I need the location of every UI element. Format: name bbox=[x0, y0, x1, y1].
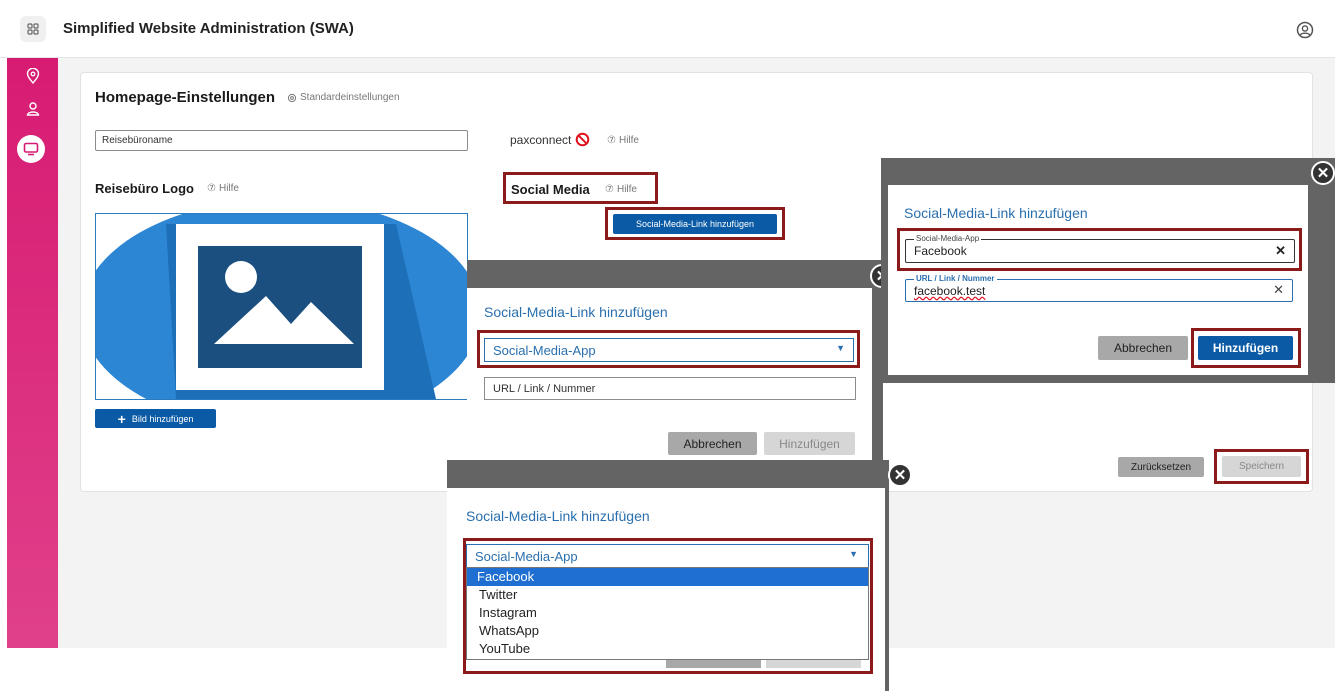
users-icon[interactable] bbox=[24, 100, 42, 118]
help-icon: ⑦ bbox=[607, 135, 616, 146]
modal-dropdown-title: Social-Media-Link hinzufügen bbox=[466, 508, 650, 524]
help-link-paxconnect[interactable]: ⑦ Hilfe bbox=[607, 135, 639, 146]
app-title: Simplified Website Administration (SWA) bbox=[63, 20, 354, 37]
url-field[interactable]: URL / Link / Nummer bbox=[484, 377, 856, 400]
dropdown-list: Facebook Twitter Instagram WhatsApp YouT… bbox=[466, 567, 869, 660]
help-label: Hilfe bbox=[218, 183, 239, 194]
modal-empty-title: Social-Media-Link hinzufügen bbox=[484, 304, 668, 320]
app-select[interactable]: Social-Media-App ▼ bbox=[484, 338, 854, 362]
clear-icon[interactable]: ✕ bbox=[1273, 282, 1284, 298]
logo-section-title: Reisebüro Logo bbox=[95, 181, 194, 196]
help-link-social[interactable]: ⑦ Hilfe bbox=[605, 184, 637, 195]
paxconnect-label: paxconnect bbox=[510, 133, 572, 147]
image-icon bbox=[96, 214, 467, 399]
option-whatsapp[interactable]: WhatsApp bbox=[469, 622, 867, 640]
location-icon[interactable] bbox=[24, 67, 42, 85]
clear-icon[interactable]: ✕ bbox=[1275, 243, 1286, 259]
cancel-button[interactable]: Abbrechen bbox=[1098, 336, 1188, 360]
add-button-disabled[interactable]: Hinzufügen bbox=[764, 432, 855, 455]
app-field-value: Facebook bbox=[914, 244, 967, 258]
option-twitter[interactable]: Twitter bbox=[469, 586, 867, 604]
page-title: Homepage-Einstellungen bbox=[95, 89, 276, 106]
save-button[interactable]: Speichern bbox=[1222, 456, 1301, 477]
blocked-icon bbox=[575, 132, 590, 147]
app-select-value: Social-Media-App bbox=[475, 548, 578, 564]
close-icon[interactable]: ✕ bbox=[1311, 161, 1335, 185]
apps-icon[interactable] bbox=[20, 16, 46, 42]
url-field-label: URL / Link / Nummer bbox=[914, 274, 997, 283]
app-field-label: Social-Media-App bbox=[914, 234, 982, 243]
help-icon: ⑦ bbox=[605, 184, 614, 195]
cancel-button[interactable]: Abbrechen bbox=[668, 432, 757, 455]
reset-button[interactable]: Zurücksetzen bbox=[1118, 457, 1204, 477]
help-link-logo[interactable]: ⑦ Hilfe bbox=[207, 183, 239, 194]
monitor-icon[interactable] bbox=[17, 135, 45, 163]
option-youtube[interactable]: YouTube bbox=[469, 640, 867, 658]
standard-settings-label: Standardeinstellungen bbox=[300, 92, 400, 103]
help-label: Hilfe bbox=[616, 184, 637, 195]
add-image-label: Bild hinzufügen bbox=[131, 413, 194, 424]
url-field-value: facebook.test bbox=[914, 284, 986, 298]
help-icon: ⑦ bbox=[207, 183, 216, 194]
help-label: Hilfe bbox=[618, 135, 639, 146]
agency-name-input[interactable]: Reisebüroname bbox=[95, 130, 468, 151]
app-select-open[interactable]: Social-Media-App ▼ bbox=[466, 544, 869, 568]
add-button[interactable]: Hinzufügen bbox=[1198, 336, 1293, 360]
app-select-value: Social-Media-App bbox=[493, 342, 596, 358]
close-icon[interactable]: ✕ bbox=[888, 463, 912, 487]
standard-settings-link[interactable]: Standardeinstellungen bbox=[287, 92, 400, 103]
chevron-down-icon: ▼ bbox=[836, 343, 845, 353]
add-social-link-button[interactable]: Social-Media-Link hinzufügen bbox=[613, 214, 777, 234]
modal-filled-title: Social-Media-Link hinzufügen bbox=[904, 205, 1088, 221]
plus-icon: + bbox=[117, 410, 126, 427]
social-section-title: Social Media bbox=[511, 182, 590, 197]
url-field-filled[interactable]: URL / Link / Nummer facebook.test ✕ bbox=[905, 274, 1293, 302]
gear-icon bbox=[287, 93, 297, 102]
logo-preview[interactable] bbox=[95, 213, 468, 400]
chevron-down-icon: ▼ bbox=[849, 549, 858, 559]
app-field[interactable]: Social-Media-App Facebook ✕ bbox=[905, 234, 1295, 263]
option-instagram[interactable]: Instagram bbox=[469, 604, 867, 622]
user-icon[interactable] bbox=[1296, 21, 1314, 39]
option-facebook[interactable]: Facebook bbox=[467, 568, 868, 586]
add-image-button[interactable]: + Bild hinzufügen bbox=[95, 409, 216, 428]
